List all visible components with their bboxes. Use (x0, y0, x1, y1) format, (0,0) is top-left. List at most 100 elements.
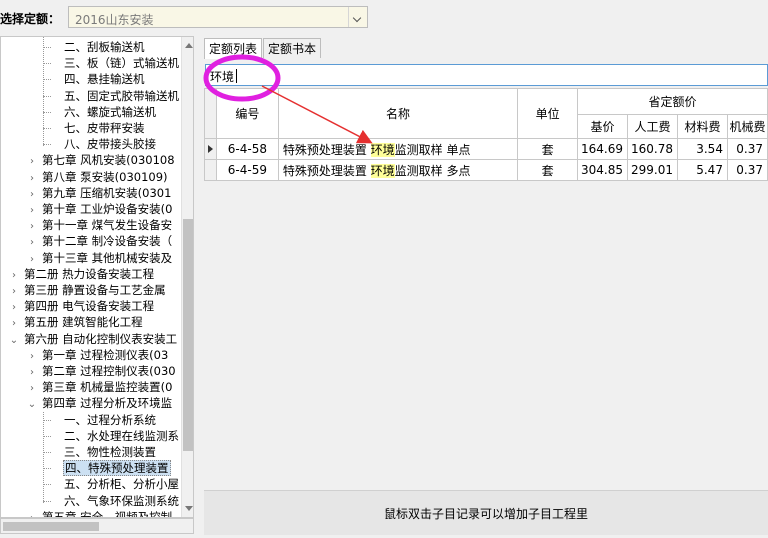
col-header-material-cost[interactable]: 材料费 (677, 114, 728, 139)
tree-item[interactable]: › 第二章 过程控制仪表(030 (27, 363, 177, 379)
tree-item[interactable]: 四、特殊预处理装置 (49, 460, 171, 477)
quota-dropdown[interactable]: 2016山东安装 (68, 6, 368, 28)
tree-item-label: 三、物性检测装置 (64, 445, 156, 459)
current-row-icon (207, 145, 213, 153)
search-input-value: 环境 (210, 70, 235, 84)
cell-code[interactable]: 6-4-59 (215, 159, 279, 181)
tree-item[interactable]: › 第八章 泵安装(030109) (27, 169, 169, 185)
tree-item-label: 第十二章 制冷设备安装（ (42, 234, 173, 249)
tree-item[interactable]: 六、气象环保监测系统 (49, 493, 180, 509)
row-header-corner (204, 88, 217, 139)
tree-item[interactable]: ⌄ 第六册 自动化控制仪表安装工 (9, 331, 178, 347)
name-text-rest: 监测取样 单点 (394, 142, 471, 157)
table-row[interactable]: 6-4-58 特殊预处理装置 环境监测取样 单点 套 164.69 160.78… (204, 138, 768, 160)
scroll-up-icon[interactable] (185, 43, 193, 48)
tree-item-label: 第一章 过程检测仪表(03 (42, 347, 169, 362)
col-header-machine-cost[interactable]: 机械费 (726, 114, 768, 139)
cell-unit[interactable]: 套 (517, 159, 579, 181)
tree-item[interactable]: › 第七章 风机安装(030108 (27, 152, 176, 168)
expand-toggle-icon[interactable]: ⌄ (27, 397, 37, 413)
tree-item[interactable]: › 第九章 压缩机安装(0301 (27, 185, 172, 201)
tab-quota-book[interactable]: 定额书本 (263, 38, 321, 58)
col-header-code[interactable]: 编号 (215, 88, 279, 139)
tree-item[interactable]: › 第三册 静置设备与工艺金属 (9, 282, 167, 298)
cell-name[interactable]: 特殊预处理装置 环境监测取样 单点 (277, 138, 519, 160)
status-message: 鼠标双击子目记录可以增加子目工程里 (383, 507, 588, 521)
tree-item-label: 七、皮带秤安装 (64, 121, 145, 135)
name-highlight: 环境 (370, 163, 395, 178)
tree-item[interactable]: › 第二册 热力设备安装工程 (9, 266, 155, 282)
tree-item[interactable]: 五、分析柜、分析小屋 (49, 476, 180, 492)
tree-item[interactable]: 五、固定式胶带输送机 (49, 88, 180, 104)
row-selector[interactable] (204, 138, 217, 160)
name-highlight: 环境 (370, 142, 395, 157)
cell-material-cost[interactable]: 3.54 (677, 138, 728, 160)
row-selector[interactable] (204, 159, 217, 181)
tree-scroll-thumb[interactable] (183, 219, 193, 451)
expand-toggle-icon[interactable]: ⌄ (9, 333, 19, 349)
chevron-down-icon[interactable] (348, 7, 367, 27)
name-text-rest: 监测取样 多点 (394, 163, 471, 178)
col-header-name[interactable]: 名称 (277, 88, 519, 139)
tree-item[interactable]: 二、水处理在线监测系 (49, 428, 180, 444)
cell-base-price[interactable]: 304.85 (577, 159, 629, 181)
tree-item-label: 二、水处理在线监测系 (64, 428, 179, 443)
cell-material-cost[interactable]: 5.47 (677, 159, 728, 181)
tree-item[interactable]: 二、刮板输送机 (49, 39, 146, 55)
name-text: 特殊预处理装置 (282, 142, 371, 157)
quota-selector-bar: 选择定额： 2016山东安装 (0, 0, 768, 34)
tree-item-label: 第十一章 煤气发生设备安 (42, 218, 173, 233)
tree-item[interactable]: ⌄ 第四章 过程分析及环境监 (27, 395, 173, 411)
tree-item[interactable]: › 第十二章 制冷设备安装（ (27, 233, 173, 249)
tree-item[interactable]: › 第十三章 其他机械安装及 (27, 250, 173, 266)
cell-machine-cost[interactable]: 0.37 (726, 138, 768, 160)
cell-labor-cost[interactable]: 160.78 (627, 138, 679, 160)
col-header-labor-cost[interactable]: 人工费 (627, 114, 679, 139)
cell-code[interactable]: 6-4-58 (215, 138, 279, 160)
cell-machine-cost[interactable]: 0.37 (726, 159, 768, 181)
tab-quota-list[interactable]: 定额列表 (204, 38, 262, 59)
tree-item-label: 第八章 泵安装(030109) (42, 169, 168, 184)
select-quota-label: 选择定额： (0, 12, 61, 26)
tree-hscroll-thumb[interactable] (3, 522, 99, 531)
tree-item[interactable]: › 第三章 机械量监控装置(0 (27, 379, 173, 395)
tree-item[interactable]: 三、板（链）式输送机 (49, 55, 180, 71)
tree-item-label: 第二章 过程控制仪表(030 (42, 364, 176, 378)
tree-item[interactable]: 四、悬挂输送机 (49, 71, 146, 87)
cell-name[interactable]: 特殊预处理装置 环境监测取样 多点 (277, 159, 519, 181)
tree-item-label: 第七章 风机安装(030108 (42, 153, 175, 168)
status-bar: 鼠标双击子目记录可以增加子目工程里 (204, 490, 768, 535)
tree-item[interactable]: › 第五章 安全、视频及控制 (27, 509, 173, 518)
tree-item[interactable]: 七、皮带秤安装 (49, 120, 146, 136)
tree-item[interactable]: › 第四册 电气设备安装工程 (9, 298, 155, 314)
tree-vertical-scrollbar[interactable] (181, 37, 193, 517)
col-header-base-price[interactable]: 基价 (577, 114, 629, 139)
tree-item[interactable]: 一、过程分析系统 (49, 412, 157, 428)
table-row[interactable]: 6-4-59 特殊预处理装置 环境监测取样 多点 套 304.85 299.01… (204, 159, 768, 181)
tree-item-label: 第四册 电气设备安装工程 (24, 299, 155, 314)
tree-item-label: 三、板（链）式输送机 (64, 56, 179, 71)
cell-labor-cost[interactable]: 299.01 (627, 159, 679, 181)
tree-item-label: 五、分析柜、分析小屋 (64, 477, 179, 492)
search-input[interactable]: 环境 (205, 64, 768, 86)
expand-toggle-icon[interactable]: › (27, 511, 37, 517)
cell-unit[interactable]: 套 (517, 138, 579, 160)
scroll-down-icon[interactable] (185, 506, 193, 511)
tree-item[interactable]: 八、皮带接头胶接 (49, 136, 157, 152)
col-header-unit[interactable]: 单位 (517, 88, 579, 139)
tree-item-label: 第五章 安全、视频及控制 (42, 509, 173, 518)
tree-item[interactable]: 三、物性检测装置 (49, 444, 157, 460)
tree-item[interactable]: 六、螺旋式输送机 (49, 104, 157, 120)
tree-item[interactable]: › 第十章 工业炉设备安装(0 (27, 201, 173, 217)
tree-item[interactable]: › 第一章 过程检测仪表(03 (27, 347, 169, 363)
tree-item-label: 第五册 建筑智能化工程 (24, 315, 143, 330)
tree-horizontal-scrollbar[interactable] (0, 518, 194, 534)
col-header-provincial-price: 省定额价 (577, 88, 768, 115)
quota-table: 编号 名称 单位 省定额价 基价 人工费 材料费 机械费 6-4-58 特殊预处… (204, 88, 768, 181)
cell-base-price[interactable]: 164.69 (577, 138, 629, 160)
tree-item-label: 四、特殊预处理装置 (63, 460, 171, 477)
tree-item[interactable]: › 第五册 建筑智能化工程 (9, 314, 144, 330)
quota-dropdown-value: 2016山东安装 (75, 13, 154, 27)
tree-item[interactable]: › 第十一章 煤气发生设备安 (27, 217, 173, 233)
tree-item-label: 第九章 压缩机安装(0301 (42, 185, 172, 200)
